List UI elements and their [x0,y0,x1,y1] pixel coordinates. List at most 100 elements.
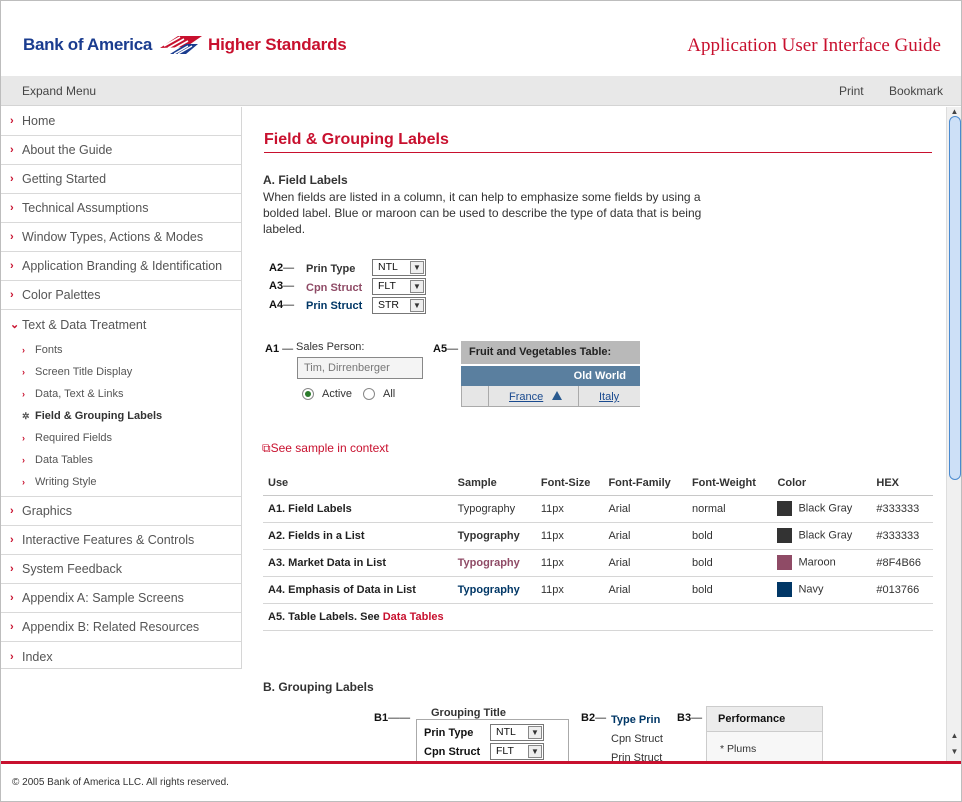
sidebar-item-window-types[interactable]: › Window Types, Actions & Modes [1,223,241,252]
radio-active[interactable] [302,388,314,400]
app-title: Application User Interface Guide [687,35,941,56]
sidebar-item-technical[interactable]: › Technical Assumptions [1,194,241,223]
sidebar-item-getting-started[interactable]: › Getting Started [1,165,241,194]
chevron-right-icon: › [10,650,14,663]
sidebar-item-text-data[interactable]: ⌄ Text & Data Treatment [1,310,241,339]
column-header-italy[interactable]: Italy [599,391,619,403]
sidebar-item-label: Appendix B: Related Resources [22,620,200,634]
sidebar-item-index[interactable]: › Index [1,642,241,671]
grouping-title: Grouping Title [427,707,510,719]
cell-color: Black Gray [772,522,872,550]
sidebar-item-label: Color Palettes [22,288,101,302]
color-swatch [777,528,793,543]
asterisk: * [720,743,728,755]
b2-heading: Type Prin [611,714,661,726]
select-value: FLT [496,745,514,757]
sidebar-item-about[interactable]: › About the Guide [1,136,241,165]
select-value: FLT [378,280,396,292]
main-content: Field & Grouping Labels A. Field Labels … [243,107,946,761]
prin-type-select[interactable]: NTL ▼ [372,259,426,276]
color-name: Black Gray [798,502,853,515]
page-frame: Bank of America Higher Standards Applica… [0,0,962,802]
example-tag-a4: A4— [269,299,294,311]
sidebar-item-label: Application Branding & Identification [22,259,223,273]
sidebar-subnav: › Fonts › Screen Title Display › Data, Text… [1,339,241,497]
vertical-scrollbar[interactable]: ▲ ▲ ▼ [946,107,961,761]
sidebar-subitem-data-text-links[interactable]: › Data, Text & Links [1,383,241,405]
sidebar-item-label: Graphics [22,504,73,518]
sidebar-subitem-data-tables[interactable]: › Data Tables [1,449,241,471]
sidebar-item-home[interactable]: › Home [1,107,241,136]
cell-weight: normal [686,495,773,523]
scroll-down-icon[interactable]: ▼ [949,747,960,756]
bookmark-link[interactable]: Bookmark [889,84,943,98]
example-tag-a3: A3— [269,280,294,292]
current-page-icon: ✲ [22,410,30,421]
table-row: A5. Table Labels. See Data Tables [263,603,933,631]
scroll-up-icon[interactable]: ▲ [949,107,960,116]
data-tables-link[interactable]: Data Tables [383,611,444,623]
select-value: NTL [496,726,516,738]
toolbar: Expand Menu Print Bookmark [1,76,961,106]
cell-weight: bold [686,522,773,550]
tag-text: A4 [269,299,284,311]
prin-struct-select[interactable]: STR ▼ [372,297,426,314]
chevron-right-icon: › [22,477,25,487]
sidebar-item-label: Window Types, Actions & Modes [22,230,204,244]
grouping-prin-type-select[interactable]: NTL ▼ [490,724,544,741]
sidebar-item-appendix-b[interactable]: › Appendix B: Related Resources [1,613,241,642]
dash: —— [388,712,411,724]
scroll-up-icon[interactable]: ▲ [949,731,960,740]
sample-link-text: See sample in context [270,441,389,455]
tag-text: A3 [269,280,284,292]
table-row: A1. Field Labels Typography 11px Arial n… [263,495,933,523]
cpn-struct-select[interactable]: FLT ▼ [372,278,426,295]
sidebar-item-appendix-a[interactable]: › Appendix A: Sample Screens [1,584,241,613]
sidebar-item-system-feedback[interactable]: › System Feedback [1,555,241,584]
field-label-cpn-struct: Cpn Struct [306,282,363,294]
sidebar-item-label: System Feedback [22,562,123,576]
chevron-right-icon: › [10,592,14,604]
sidebar-subitem-screen-title[interactable]: › Screen Title Display [1,361,241,383]
radio-all[interactable] [363,388,375,400]
grouping-prin-type-label: Prin Type [424,727,474,739]
example-tag-a2: A2— [269,262,294,274]
grouping-cpn-struct-select[interactable]: FLT ▼ [490,743,544,760]
cell-use: A2. Fields in a List [263,522,453,550]
field-label-prin-struct: Prin Struct [306,300,363,312]
sidebar-item-branding[interactable]: › Application Branding & Identification [1,252,241,281]
sidebar-item-color-palettes[interactable]: › Color Palettes [1,281,241,310]
sidebar-subitem-field-grouping[interactable]: ✲ Field & Grouping Labels [1,405,241,427]
radio-active-label: Active [322,388,352,400]
column-header-france[interactable]: France [509,391,543,403]
sidebar-subitem-required[interactable]: › Required Fields [1,427,241,449]
fruit-table-column-row: France Italy [461,386,640,407]
sidebar-item-graphics[interactable]: › Graphics [1,497,241,526]
expand-menu-link[interactable]: Expand Menu [22,84,96,98]
chevron-down-icon: ▼ [528,745,542,758]
sidebar-subitem-writing-style[interactable]: › Writing Style [1,471,241,493]
section-a-title: A. Field Labels [263,173,348,187]
sidebar-subitem-fonts[interactable]: › Fonts [1,339,241,361]
select-value: STR [378,299,399,311]
select-value: NTL [378,261,398,273]
cell-family: Arial [603,576,687,604]
cell-hex: #333333 [871,495,933,523]
table-row: A4. Emphasis of Data in List Typography … [263,576,933,604]
sidebar-item-label: Technical Assumptions [22,201,149,215]
cell-sample: Typography [452,495,536,523]
chevron-right-icon: › [10,231,14,243]
sidebar-item-interactive[interactable]: › Interactive Features & Controls [1,526,241,555]
cell-size: 11px [535,549,604,577]
cell-weight: bold [686,549,773,577]
see-sample-link[interactable]: ⧉See sample in context [262,441,389,456]
example-tag-b2: B2— [581,712,606,724]
print-link[interactable]: Print [839,84,864,98]
sidebar-item-label: Text & Data Treatment [22,317,147,332]
chevron-right-icon: › [22,345,25,355]
cell-family: Arial [603,549,687,577]
scrollbar-thumb[interactable] [949,116,961,480]
sidebar-subitem-label: Required Fields [35,432,113,444]
last-row-text: A5. Table Labels. See [268,610,383,623]
sales-person-input[interactable]: Tim, Dirrenberger [297,357,423,379]
